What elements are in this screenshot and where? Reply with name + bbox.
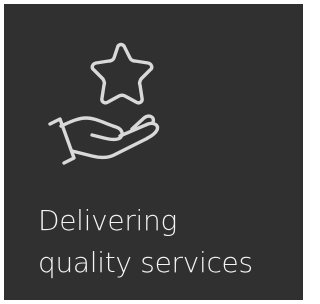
service-card: Delivering quality services bbox=[4, 4, 303, 300]
caption-line-1: Delivering bbox=[38, 204, 177, 237]
hand-with-star-icon bbox=[40, 34, 190, 184]
caption-line-2: quality services bbox=[38, 246, 253, 279]
card-caption: Delivering quality services bbox=[38, 200, 300, 284]
